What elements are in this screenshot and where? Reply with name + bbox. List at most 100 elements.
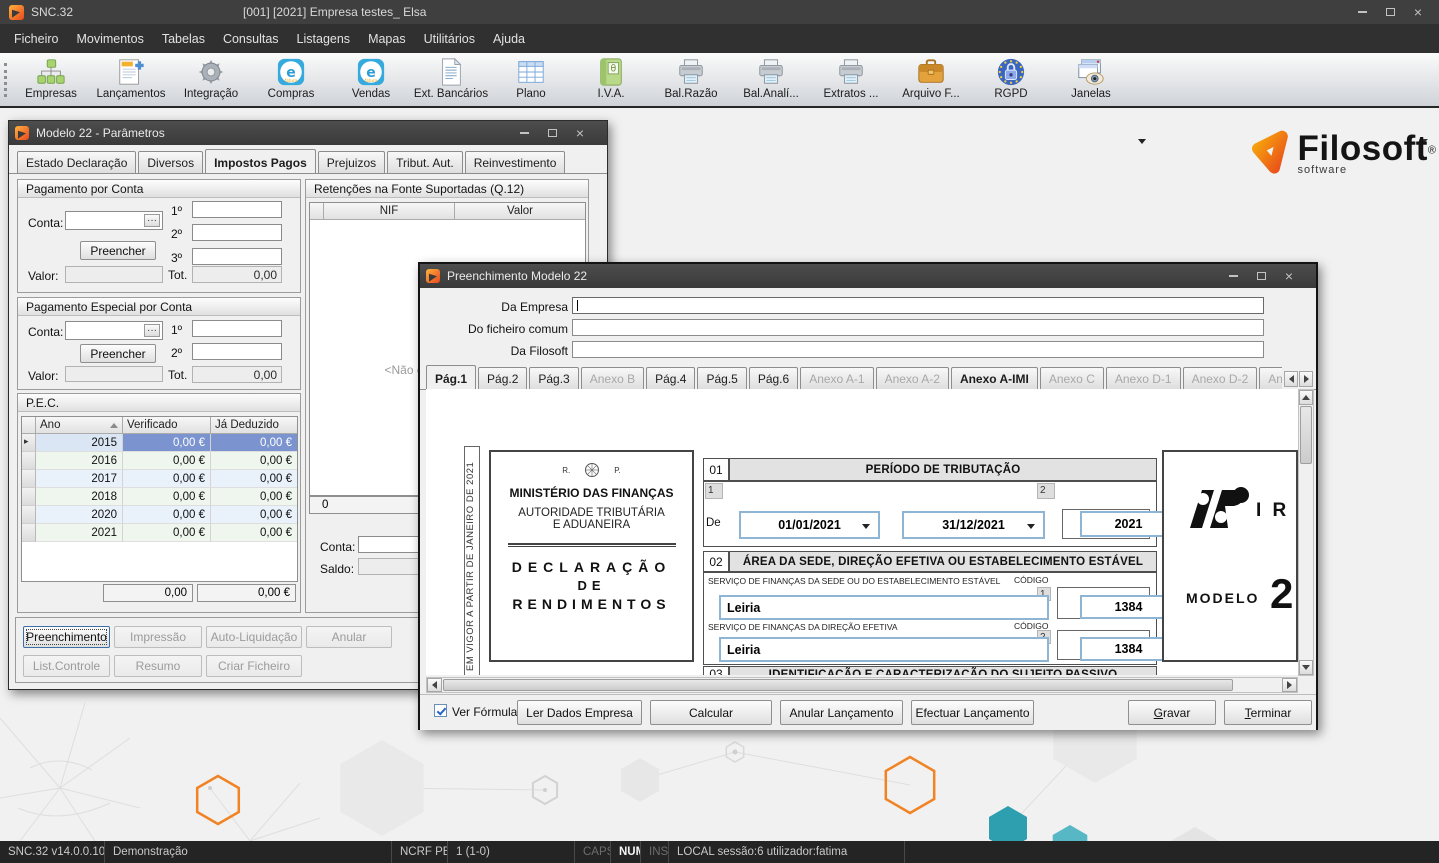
fill-window-titlebar[interactable]: Preenchimento Modelo 22 × xyxy=(420,264,1316,288)
horizontal-scroll-thumb[interactable] xyxy=(443,679,1233,691)
tab-tribut-aut[interactable]: Tribut. Aut. xyxy=(387,151,463,173)
pec-row[interactable]: 2016 0,00 € 0,00 € xyxy=(22,452,297,470)
menu-ficheiro[interactable]: Ficheiro xyxy=(5,26,67,52)
scroll-left-button[interactable] xyxy=(427,678,442,692)
retencoes-col-valor[interactable]: Valor xyxy=(455,203,585,220)
pc-3-input[interactable] xyxy=(192,248,282,265)
btn-resumo[interactable]: Resumo xyxy=(114,655,202,677)
tab-pag1[interactable]: Pág.1 xyxy=(426,365,476,389)
toolbar-vendas[interactable]: efatura Vendas xyxy=(331,53,411,108)
tab-pag4[interactable]: Pág.4 xyxy=(646,367,695,389)
pec-1-input[interactable] xyxy=(192,320,282,337)
form-vertical-scrollbar[interactable] xyxy=(1298,389,1314,676)
toolbar-lancamentos[interactable]: Lançamentos xyxy=(91,53,171,108)
pec-col-deduzido[interactable]: Já Deduzido xyxy=(211,417,297,434)
fill-close-button[interactable]: × xyxy=(1280,269,1298,283)
scroll-up-button[interactable] xyxy=(1299,390,1313,405)
tab-impostos-pagos[interactable]: Impostos Pagos xyxy=(205,149,316,173)
btn-anular-lancamento[interactable]: Anular Lançamento xyxy=(780,700,903,725)
menu-ajuda[interactable]: Ajuda xyxy=(484,26,534,52)
form-horizontal-scrollbar[interactable] xyxy=(426,677,1298,693)
toolbar-plano[interactable]: Plano xyxy=(491,53,571,108)
btn-impressao[interactable]: Impressão xyxy=(114,626,202,648)
pec-row[interactable]: 2021 0,00 € 0,00 € xyxy=(22,524,297,542)
pc-1-input[interactable] xyxy=(192,201,282,218)
btn-criar-ficheiro[interactable]: Criar Ficheiro xyxy=(206,655,302,677)
tab-pag2[interactable]: Pág.2 xyxy=(478,367,527,389)
btn-preenchimento[interactable]: Preenchimento xyxy=(23,626,110,648)
pec-row[interactable]: 2015 0,00 € 0,00 € xyxy=(22,434,297,452)
pc-2-input[interactable] xyxy=(192,224,282,241)
toolbar-compras[interactable]: efatura Compras xyxy=(251,53,331,108)
tab-diversos[interactable]: Diversos xyxy=(138,151,203,173)
date-to-select[interactable]: 31/12/2021 xyxy=(902,511,1045,539)
pc-preencher-button[interactable]: Preencher xyxy=(80,241,156,260)
tab-anexo-aimi[interactable]: Anexo A-IMI xyxy=(951,367,1038,389)
tab-anexo-a1[interactable]: Anexo A-1 xyxy=(800,367,873,389)
tab-anexo-c[interactable]: Anexo C xyxy=(1040,367,1104,389)
pec-preencher-button[interactable]: Preencher xyxy=(80,344,156,363)
fill-minimize-button[interactable] xyxy=(1224,269,1242,283)
tab-anexo-d2[interactable]: Anexo D-2 xyxy=(1183,367,1258,389)
tab-anexo-b[interactable]: Anexo B xyxy=(581,367,644,389)
pec-col-verificado[interactable]: Verificado xyxy=(123,417,211,434)
tabs-scroll-right-button[interactable] xyxy=(1299,371,1313,387)
fill-maximize-button[interactable] xyxy=(1252,269,1270,283)
pec-conta-input[interactable]: ··· xyxy=(65,321,163,340)
params-window-titlebar[interactable]: Modelo 22 - Parâmetros × xyxy=(9,121,607,145)
main-minimize-button[interactable] xyxy=(1353,5,1371,19)
pc-conta-lookup-button[interactable]: ··· xyxy=(144,214,160,227)
btn-ler-dados-empresa[interactable]: Ler Dados Empresa xyxy=(517,700,642,725)
scroll-down-button[interactable] xyxy=(1299,660,1313,675)
da-empresa-input[interactable] xyxy=(572,297,1264,314)
tab-pag3[interactable]: Pág.3 xyxy=(529,367,578,389)
retencoes-col-nif[interactable]: NIF xyxy=(324,203,455,220)
vertical-scroll-thumb[interactable] xyxy=(1300,406,1312,464)
params-close-button[interactable]: × xyxy=(571,126,589,140)
toolbar-bal-anali[interactable]: Bal.Analí... xyxy=(731,53,811,108)
toolbar-bal-razao[interactable]: Bal.Razão xyxy=(651,53,731,108)
toolbar-integracao[interactable]: Integração xyxy=(171,53,251,108)
btn-anular[interactable]: Anular xyxy=(306,626,392,648)
toolbar-grip[interactable] xyxy=(4,63,7,97)
pec-row[interactable]: 2017 0,00 € 0,00 € xyxy=(22,470,297,488)
tabs-scroll-left-button[interactable] xyxy=(1284,371,1298,387)
pec-2-input[interactable] xyxy=(192,343,282,360)
tab-reinvestimento[interactable]: Reinvestimento xyxy=(465,151,566,173)
main-maximize-button[interactable] xyxy=(1381,5,1399,19)
date-from-select[interactable]: 01/01/2021 xyxy=(739,511,880,539)
scroll-right-button[interactable] xyxy=(1282,678,1297,692)
btn-calcular[interactable]: Calcular xyxy=(650,700,772,725)
btn-gravar[interactable]: Gravar xyxy=(1128,700,1216,725)
toolbar-empresas[interactable]: Empresas xyxy=(11,53,91,108)
btn-list-controle[interactable]: List.Controle xyxy=(23,655,110,677)
tab-anexo-a2[interactable]: Anexo A-2 xyxy=(876,367,949,389)
main-close-button[interactable]: × xyxy=(1409,5,1427,19)
menu-consultas[interactable]: Consultas xyxy=(214,26,288,52)
tab-prejuizos[interactable]: Prejuizos xyxy=(318,151,385,173)
tab-pag5[interactable]: Pág.5 xyxy=(697,367,746,389)
tab-anexo-d1[interactable]: Anexo D-1 xyxy=(1106,367,1181,389)
tab-estado-declaracao[interactable]: Estado Declaração xyxy=(17,151,136,173)
params-maximize-button[interactable] xyxy=(543,126,561,140)
toolbar-ext-bancarios[interactable]: Ext. Bancários xyxy=(411,53,491,108)
toolbar-extratos[interactable]: Extratos ... xyxy=(811,53,891,108)
da-filosoft-input[interactable] xyxy=(572,341,1264,358)
toolbar-arquivo[interactable]: Arquivo F... xyxy=(891,53,971,108)
menu-movimentos[interactable]: Movimentos xyxy=(67,26,152,52)
pc-conta-input[interactable]: ··· xyxy=(65,211,163,230)
menu-utilitarios[interactable]: Utilitários xyxy=(415,26,484,52)
city2-input[interactable]: Leiria xyxy=(719,637,1049,662)
pec-row[interactable]: 2018 0,00 € 0,00 € xyxy=(22,488,297,506)
toolbar-rgpd[interactable]: RGPD xyxy=(971,53,1051,108)
params-minimize-button[interactable] xyxy=(515,126,533,140)
tab-anexo-d3[interactable]: Anexo D-3 xyxy=(1259,367,1282,389)
menu-mapas[interactable]: Mapas xyxy=(359,26,415,52)
toolbar-janelas[interactable]: Janelas xyxy=(1051,53,1131,108)
menu-tabelas[interactable]: Tabelas xyxy=(153,26,214,52)
btn-terminar[interactable]: Terminar xyxy=(1224,700,1312,725)
city1-input[interactable]: Leiria xyxy=(719,595,1049,620)
tab-pag6[interactable]: Pág.6 xyxy=(749,367,798,389)
pec-conta-lookup-button[interactable]: ··· xyxy=(144,324,160,337)
toolbar-iva[interactable]: θ I.V.A. xyxy=(571,53,651,108)
